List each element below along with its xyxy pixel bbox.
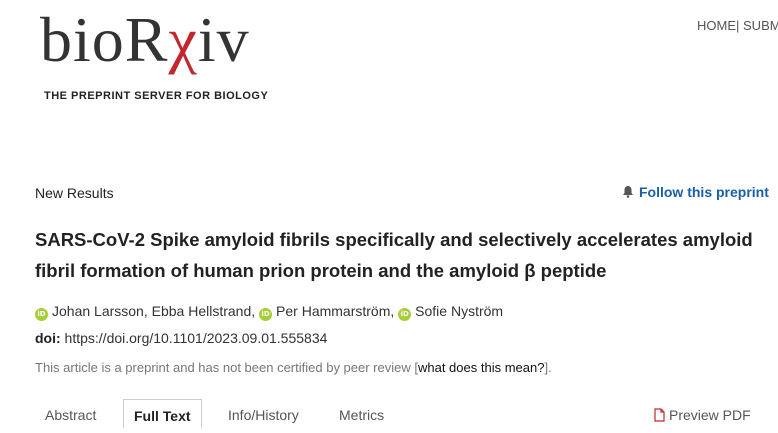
doi-link[interactable]: https://doi.org/10.1101/2023.09.01.55583… bbox=[65, 330, 328, 346]
logo-text-end: iv bbox=[197, 4, 250, 75]
tab-full-text[interactable]: Full Text bbox=[123, 399, 202, 428]
author-list: iD Johan Larsson, Ebba Hellstrand, iD Per … bbox=[35, 303, 503, 321]
nav-home-link[interactable]: HOME bbox=[697, 18, 736, 33]
logo-tagline: THE PREPRINT SERVER FOR BIOLOGY bbox=[44, 90, 269, 102]
logo-wordmark: bioRχiv bbox=[40, 8, 250, 72]
author-name[interactable]: Ebba Hellstrand bbox=[152, 303, 252, 319]
doi-label: doi: bbox=[35, 330, 61, 346]
tab-info-history[interactable]: Info/History bbox=[228, 399, 299, 428]
follow-label: Follow this preprint bbox=[639, 184, 769, 200]
author-name[interactable]: Sofie Nyström bbox=[415, 303, 503, 319]
nav-separator: | bbox=[736, 18, 740, 33]
author-separator: , bbox=[390, 303, 395, 319]
bell-icon bbox=[623, 186, 633, 198]
doi-line: doi: https://doi.org/10.1101/2023.09.01.… bbox=[35, 330, 327, 346]
author-name[interactable]: Per Hammarström bbox=[276, 303, 390, 319]
logo-text-chi: χ bbox=[168, 4, 198, 75]
biorxiv-logo[interactable]: bioRχiv THE PREPRINT SERVER FOR BIOLOGY bbox=[40, 8, 268, 103]
notice-text: This article is a preprint and has not b… bbox=[35, 360, 418, 375]
author-separator: , bbox=[143, 303, 148, 319]
top-nav: HOME| SUBM bbox=[697, 18, 778, 33]
logo-text-main: bioR bbox=[40, 4, 169, 75]
article-title: SARS-CoV-2 Spike amyloid fibrils specifi… bbox=[35, 229, 753, 281]
author-item[interactable]: iD Johan Larsson bbox=[35, 303, 144, 321]
preview-pdf-button[interactable]: Preview PDF bbox=[654, 407, 751, 423]
pdf-file-icon bbox=[654, 408, 665, 422]
orcid-icon[interactable]: iD bbox=[35, 308, 48, 321]
preview-pdf-label: Preview PDF bbox=[669, 407, 751, 423]
tab-metrics[interactable]: Metrics bbox=[339, 399, 384, 428]
orcid-icon[interactable]: iD bbox=[398, 308, 412, 321]
author-item[interactable]: iD Sofie Nyström bbox=[398, 303, 503, 321]
author-item[interactable]: Ebba Hellstrand bbox=[152, 303, 252, 319]
article-type: New Results bbox=[35, 185, 114, 201]
author-separator: , bbox=[251, 303, 256, 319]
notice-suffix: ]. bbox=[544, 360, 552, 375]
preprint-notice: This article is a preprint and has not b… bbox=[35, 360, 552, 375]
follow-preprint-button[interactable]: Follow this preprint bbox=[622, 184, 769, 200]
tab-abstract[interactable]: Abstract bbox=[45, 399, 96, 428]
author-name[interactable]: Johan Larsson bbox=[52, 303, 144, 319]
author-item[interactable]: iD Per Hammarström bbox=[259, 303, 390, 321]
orcid-icon[interactable]: iD bbox=[259, 308, 273, 321]
nav-submit-link[interactable]: SUBM bbox=[743, 18, 778, 33]
what-does-this-mean-link[interactable]: what does this mean? bbox=[418, 360, 544, 375]
